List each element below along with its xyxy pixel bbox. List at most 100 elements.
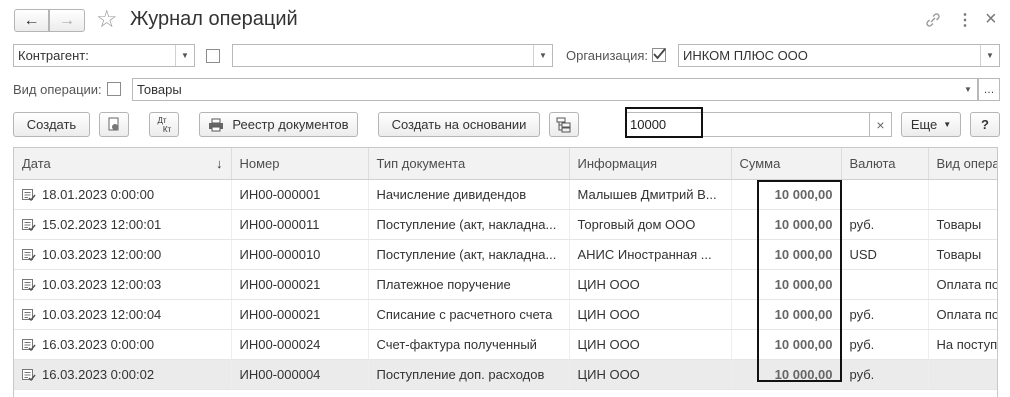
table-cell-info: Малышев Дмитрий В...	[569, 179, 732, 210]
favorite-star-icon[interactable]: ☆	[96, 5, 118, 35]
column-header-info[interactable]: Информация	[569, 148, 732, 180]
close-icon[interactable]: ×	[985, 8, 997, 31]
cell-text: ИН00-000021	[239, 307, 321, 322]
table-cell-type: Платежное поручение	[368, 269, 570, 300]
cell-text: 10.03.2023 12:00:00	[42, 246, 162, 262]
table-cell-op	[928, 179, 997, 210]
column-header-number[interactable]: Номер	[231, 148, 369, 180]
table-row[interactable]: 10.03.2023 12:00:03 ИН00-000021 Платежное …	[14, 269, 997, 300]
column-label: Валюта	[849, 156, 896, 171]
table-row[interactable]: 10.03.2023 12:00:00 ИН00-000010 Поступлени…	[14, 239, 997, 270]
table-cell-op	[928, 359, 997, 390]
cell-text: На поступл	[936, 337, 998, 352]
cell-text: ИН00-000021	[239, 277, 321, 292]
counterparty-checkbox[interactable]	[206, 49, 220, 63]
search-clear-button[interactable]: ×	[869, 112, 892, 137]
counterparty-field[interactable]: ▼	[232, 44, 553, 67]
organization-checkbox[interactable]	[652, 48, 666, 62]
create-button[interactable]: Создать	[13, 112, 90, 137]
more-menu-button[interactable]: Еще ▼	[901, 112, 961, 137]
create-based-on-button[interactable]: Создать на основании	[378, 112, 540, 137]
cell-text: руб.	[849, 367, 875, 382]
table-header-row: Дата ↓ Номер Тип документа Информация Су…	[14, 148, 998, 180]
arrow-left-icon: ←	[23, 11, 40, 29]
table-row[interactable]: 18.01.2023 0:00:00 ИН00-000001 Начисление …	[14, 179, 997, 210]
column-label: Вид опера	[936, 156, 998, 171]
dt-kt-button[interactable]: Дт Кт	[149, 112, 179, 137]
column-header-sum[interactable]: Сумма	[731, 148, 842, 180]
cell-text: 18.01.2023 0:00:00	[42, 186, 155, 202]
copy-document-button[interactable]	[99, 112, 129, 137]
cell-text: Поступление (акт, накладна...	[376, 217, 557, 232]
chevron-down-icon[interactable]: ▼	[175, 45, 194, 66]
link-icon[interactable]	[924, 11, 942, 29]
chevron-down-icon[interactable]: ▼	[959, 79, 977, 100]
cell-text: ЦИН ООО	[577, 277, 640, 292]
counterparty-label: Контрагент:	[18, 48, 89, 63]
cell-text: 16.03.2023 0:00:00	[42, 336, 155, 352]
cell-text: ЦИН ООО	[577, 307, 640, 322]
cell-text: Начисление дивидендов	[376, 187, 527, 202]
cell-text: ИН00-000024	[239, 337, 321, 352]
cell-text: Списание с расчетного счета	[376, 307, 553, 322]
dt-label: Дт	[157, 115, 167, 125]
help-label: ?	[981, 117, 989, 132]
column-header-currency[interactable]: Валюта	[841, 148, 929, 180]
back-button[interactable]: ←	[14, 9, 49, 32]
registry-button[interactable]: Реестр документов	[199, 112, 358, 137]
cell-text: Торговый дом ООО	[577, 217, 696, 232]
search-highlight-frame	[625, 107, 703, 138]
table-cell-date: 10.03.2023 12:00:00	[14, 239, 232, 270]
chevron-down-icon[interactable]: ▼	[980, 45, 999, 66]
cell-text: ЦИН ООО	[577, 337, 640, 352]
cell-text: 10.03.2023 12:00:04	[42, 306, 162, 322]
cell-text: Поступление (акт, накладна...	[376, 247, 557, 262]
cell-text: Платежное поручение	[376, 277, 511, 292]
operation-type-value: Товары	[137, 82, 182, 97]
column-label: Сумма	[739, 156, 781, 171]
table-cell-info: Торговый дом ООО	[569, 209, 732, 240]
table-row[interactable]: 15.02.2023 12:00:01 ИН00-000011 Поступлени…	[14, 209, 997, 240]
organization-label: Организация:	[566, 48, 649, 63]
operation-type-checkbox[interactable]	[107, 82, 121, 96]
posted-document-icon	[22, 339, 36, 352]
organization-field[interactable]: ИНКОМ ПЛЮС ООО ▼	[678, 44, 1000, 67]
table-cell-number: ИН00-000011	[231, 209, 369, 240]
forward-button[interactable]: →	[49, 9, 85, 32]
chevron-down-icon[interactable]: ▼	[533, 45, 552, 66]
table-cell-date: 10.03.2023 12:00:03	[14, 269, 232, 300]
more-vert-icon[interactable]: ⋮	[957, 10, 973, 30]
table-row[interactable]: 16.03.2023 0:00:02 ИН00-000004 Поступление…	[14, 359, 997, 390]
table-cell-date: 18.01.2023 0:00:00	[14, 179, 232, 210]
table-cell-type: Поступление (акт, накладна...	[368, 209, 570, 240]
operation-type-field[interactable]: Товары ▼	[132, 78, 978, 101]
operation-type-more-button[interactable]: …	[978, 78, 1000, 101]
cell-text: 16.03.2023 0:00:02	[42, 366, 155, 382]
table-cell-number: ИН00-000024	[231, 329, 369, 360]
table-cell-number: ИН00-000021	[231, 269, 369, 300]
table-cell-date: 10.03.2023 12:00:04	[14, 299, 232, 330]
chevron-down-icon: ▼	[943, 120, 952, 129]
counterparty-select[interactable]: Контрагент: ▼	[13, 44, 195, 67]
table-cell-type: Списание с расчетного счета	[368, 299, 570, 330]
column-label: Дата	[22, 156, 51, 171]
column-header-date[interactable]: Дата ↓	[14, 148, 232, 180]
cell-text: Поступление доп. расходов	[376, 367, 545, 382]
table-cell-currency: USD	[841, 239, 929, 270]
hierarchy-icon	[556, 117, 571, 132]
posted-document-icon	[22, 249, 36, 262]
table-cell-currency: руб.	[841, 209, 929, 240]
column-label: Тип документа	[376, 156, 466, 171]
document-copy-icon	[108, 117, 119, 130]
table-row[interactable]: 16.03.2023 0:00:00 ИН00-000024 Счет-фактур…	[14, 329, 998, 360]
more-label: Еще	[910, 117, 938, 132]
help-button[interactable]: ?	[970, 112, 1000, 137]
cell-text: ИН00-000004	[239, 367, 321, 382]
journal-table-container: Дата ↓ Номер Тип документа Информация Су…	[13, 147, 998, 397]
structure-button[interactable]	[549, 112, 579, 137]
table-row[interactable]: 10.03.2023 12:00:04 ИН00-000021 Списание с…	[14, 299, 997, 330]
column-header-doc-type[interactable]: Тип документа	[368, 148, 570, 180]
kt-label: Кт	[162, 124, 172, 134]
column-header-operation-type[interactable]: Вид опера	[928, 148, 998, 180]
table-cell-info: ЦИН ООО	[569, 269, 732, 300]
